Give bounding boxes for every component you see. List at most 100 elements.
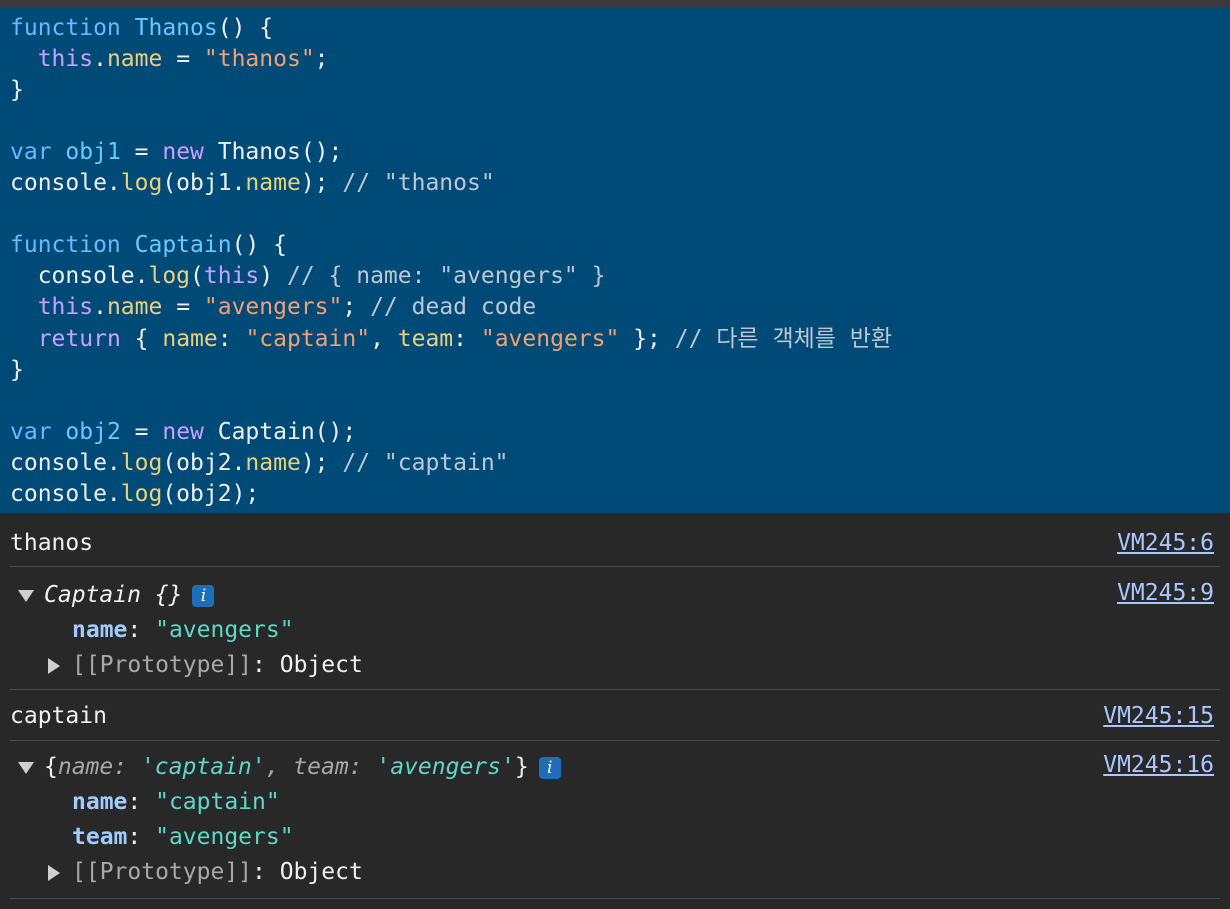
prototype-value: Object (279, 859, 363, 885)
comment: // "captain" (342, 450, 509, 476)
object-property: team: "avengers" (72, 821, 294, 853)
property: name (106, 46, 163, 72)
divider (10, 898, 1220, 899)
code-line-3: } (10, 75, 24, 106)
comment: // { name: "avengers" } (286, 263, 606, 289)
triangle-right-icon[interactable] (48, 657, 60, 674)
code-line-12: } (10, 355, 24, 386)
punctuation: ); (300, 170, 343, 196)
property-separator: : (252, 652, 280, 678)
string: "avengers" (203, 294, 343, 320)
source-link[interactable]: VM245:15 (1103, 700, 1214, 732)
console-message: captain VM245:15 (10, 690, 1220, 741)
punctuation: () { (231, 232, 287, 258)
property: team (397, 326, 454, 352)
function-name: Captain (134, 232, 232, 258)
variable: obj1 (65, 139, 121, 165)
method: log (148, 263, 191, 289)
property-separator: : (252, 859, 280, 885)
expression: Captain(); (203, 419, 357, 445)
property-value: "avengers" (155, 824, 294, 850)
punctuation: ; (314, 46, 329, 72)
triangle-down-icon[interactable] (18, 761, 34, 774)
preview-key: team (293, 754, 349, 780)
method: log (120, 170, 163, 196)
code-line-9: console.log(this) // { name: "avengers" … (10, 261, 606, 292)
console-log-text: thanos (10, 530, 94, 556)
info-icon[interactable]: i (538, 756, 561, 779)
property: name (245, 450, 301, 476)
triangle-right-icon[interactable] (48, 864, 60, 881)
code-line-14: var obj2 = new Captain(); (10, 417, 356, 448)
expression: console. (10, 481, 121, 507)
source-link[interactable]: VM245:16 (1103, 749, 1214, 781)
property-key: name (72, 617, 128, 643)
prototype-label: [[Prototype]] (72, 859, 253, 885)
punctuation: () { (217, 15, 274, 41)
comment: // dead code (370, 294, 537, 320)
preview-value: 'captain' (140, 754, 266, 780)
object-summary[interactable]: Captain {} i (18, 579, 215, 611)
property-separator: : (127, 824, 156, 850)
variable: obj2 (65, 419, 121, 445)
property-separator: : (127, 617, 156, 643)
comment: // "thanos" (342, 170, 495, 196)
console-object-message: {name: 'captain', team: 'avengers'} i VM2… (10, 741, 1220, 898)
keyword: return (37, 326, 121, 352)
code-line-11: return { name: "captain", team: "avenger… (10, 324, 892, 355)
object-class-label: Captain {} (44, 582, 183, 608)
property-value: "captain" (155, 789, 280, 815)
punctuation: ) (259, 263, 287, 289)
expression: console. (10, 450, 121, 476)
preview-key: name (57, 754, 114, 780)
expression: (obj2. (162, 450, 246, 476)
code-line-8: function Captain() { (10, 230, 287, 261)
comment: // 다른 객체를 반환 (674, 326, 893, 352)
method: log (120, 450, 163, 476)
punctuation: { (120, 326, 163, 352)
property-value: "avengers" (155, 617, 294, 643)
punctuation: } (10, 357, 24, 383)
code-editor[interactable]: function Thanos() { this.name = "thanos"… (0, 7, 1230, 513)
code-line-5: var obj1 = new Thanos(); (10, 137, 342, 168)
info-icon[interactable]: i (192, 584, 215, 607)
keyword: this (37, 294, 94, 320)
property-key: name (72, 789, 128, 815)
code-line-10: this.name = "avengers"; // dead code (10, 292, 537, 323)
keyword: var (10, 419, 52, 445)
keyword: var (10, 139, 52, 165)
string: "avengers" (480, 326, 620, 352)
triangle-down-icon[interactable] (18, 589, 34, 602)
prototype-row[interactable]: [[Prototype]]: Object (48, 856, 363, 888)
preview-comma: , (265, 754, 294, 780)
prototype-label: [[Prototype]] (72, 652, 253, 678)
property-separator: : (127, 789, 156, 815)
preview-separator: : (113, 754, 141, 780)
operator: = (120, 139, 163, 165)
expression: console. (10, 170, 121, 196)
operator: = (162, 46, 204, 72)
console-message: thanos VM245:6 (10, 513, 1220, 567)
expression: console. (10, 263, 149, 289)
property: name (245, 170, 301, 196)
method: log (120, 481, 163, 507)
brace: } (514, 754, 529, 780)
keyword: function (10, 232, 121, 258)
source-link[interactable]: VM245:9 (1117, 577, 1214, 609)
keyword: new (162, 139, 204, 165)
punctuation: . (93, 46, 107, 72)
code-line-2: this.name = "thanos"; (10, 44, 329, 75)
property: name (162, 326, 218, 352)
source-link[interactable]: VM245:6 (1117, 527, 1214, 559)
punctuation: : (217, 326, 246, 352)
object-summary[interactable]: {name: 'captain', team: 'avengers'} i (18, 751, 561, 783)
expression: (obj1. (162, 170, 246, 196)
property: name (106, 294, 163, 320)
prototype-row[interactable]: [[Prototype]]: Object (48, 649, 363, 681)
